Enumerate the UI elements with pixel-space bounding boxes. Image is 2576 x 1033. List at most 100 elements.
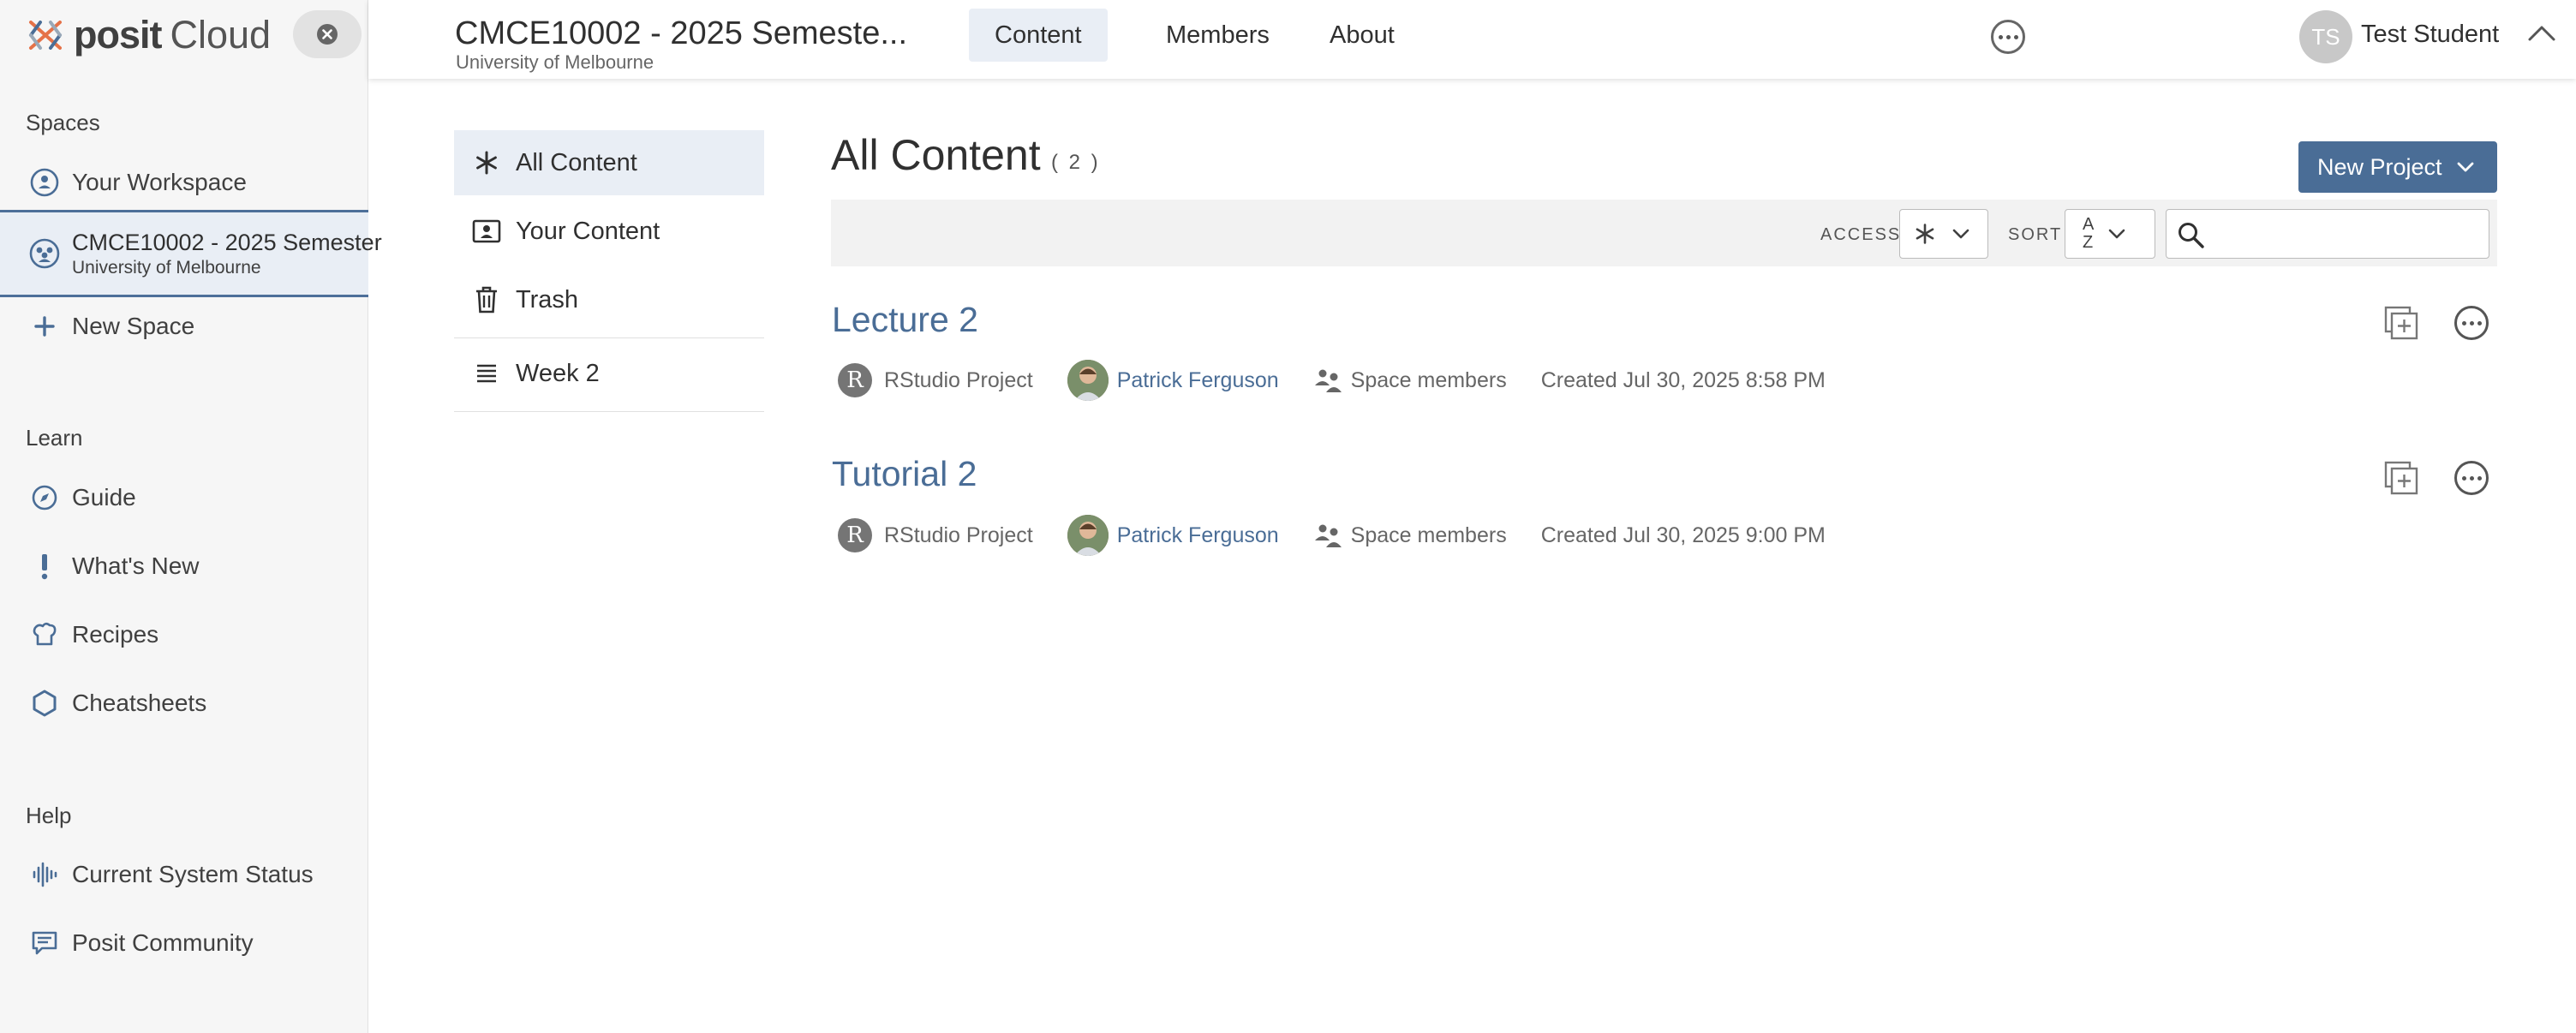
tab-about[interactable]: About xyxy=(1304,9,1420,62)
filter-label: All Content xyxy=(516,148,637,176)
people-icon xyxy=(1314,369,1342,392)
sidebar-item-active-space[interactable]: CMCE10002 - 2025 Semester University of … xyxy=(0,210,382,297)
people-circle-icon xyxy=(27,236,62,271)
more-options-button[interactable] xyxy=(1991,20,2025,54)
asterisk-icon xyxy=(471,147,502,178)
waveform-icon xyxy=(27,857,62,892)
sidebar: posit Cloud Spaces Your Workspace CMCE10… xyxy=(0,0,382,1033)
close-circle-icon xyxy=(317,24,338,45)
sort-az-top: A xyxy=(2083,215,2095,234)
tab-members[interactable]: Members xyxy=(1140,9,1295,62)
sort-az-bottom: Z xyxy=(2083,233,2094,252)
chevron-up-icon[interactable] xyxy=(2526,22,2557,45)
hexagon-icon xyxy=(27,686,62,720)
learn-heading: Learn xyxy=(26,425,83,451)
search-field[interactable] xyxy=(2166,209,2489,259)
sidebar-item-cheatsheets[interactable]: Cheatsheets xyxy=(0,669,368,737)
copy-project-icon[interactable] xyxy=(2383,460,2419,496)
header: CMCE10002 - 2025 Semeste... University o… xyxy=(368,0,2576,79)
tab-content[interactable]: Content xyxy=(969,9,1108,62)
project-type: RStudio Project xyxy=(884,522,1033,547)
filter-your-content[interactable]: Your Content xyxy=(454,199,764,264)
posit-logo-icon xyxy=(29,21,62,50)
access-select[interactable] xyxy=(1899,209,1988,259)
brand-name: posit xyxy=(74,13,162,57)
project-access: Space members xyxy=(1350,367,1507,392)
access-label: ACCESS xyxy=(1820,225,1902,244)
sidebar-item-guide[interactable]: Guide xyxy=(0,463,368,532)
filter-label: Week 2 xyxy=(516,359,600,387)
space-org: University of Melbourne xyxy=(456,51,654,73)
author-link[interactable]: Patrick Ferguson xyxy=(1117,523,1279,548)
project-created: Created Jul 30, 2025 9:00 PM xyxy=(1540,522,1826,547)
project-meta: R RStudio Project Patrick Ferguson Space… xyxy=(838,515,1826,556)
copy-project-icon[interactable] xyxy=(2383,305,2419,341)
project-more-button[interactable] xyxy=(2454,306,2489,340)
filter-week-2[interactable]: Week 2 xyxy=(454,341,764,406)
chevron-down-icon xyxy=(1952,229,1969,239)
sidebar-item-label: Your Workspace xyxy=(72,169,247,195)
active-space-name: CMCE10002 - 2025 Semester xyxy=(72,229,382,255)
compass-icon xyxy=(27,481,62,515)
spaces-heading: Spaces xyxy=(26,110,100,135)
filter-label: Your Content xyxy=(516,217,660,245)
people-icon xyxy=(1314,524,1342,547)
person-card-icon xyxy=(471,216,502,247)
project-type: RStudio Project xyxy=(884,367,1033,392)
chat-bubble-icon xyxy=(27,926,62,960)
more-icon xyxy=(1998,34,2018,39)
more-icon xyxy=(2461,320,2482,325)
asterisk-icon xyxy=(1916,224,1934,244)
sidebar-item-system-status[interactable]: Current System Status xyxy=(0,840,368,909)
project-title-lecture-2[interactable]: Lecture 2 xyxy=(832,300,978,340)
search-input[interactable] xyxy=(2213,215,2483,253)
brand-product: Cloud xyxy=(170,13,272,57)
rstudio-badge-icon: R xyxy=(838,518,872,552)
new-space-button[interactable]: New Space xyxy=(0,292,368,361)
search-icon xyxy=(2179,223,2204,248)
author-link[interactable]: Patrick Ferguson xyxy=(1117,368,1279,393)
page-title: All Content xyxy=(831,131,1041,179)
user-name[interactable]: Test Student xyxy=(2361,21,2499,49)
sidebar-item-recipes[interactable]: Recipes xyxy=(0,600,368,669)
avatar[interactable]: TS xyxy=(2299,10,2352,63)
list-icon xyxy=(471,358,502,389)
close-sidebar-button[interactable] xyxy=(293,10,362,58)
sidebar-item-label: Current System Status xyxy=(72,861,314,887)
author-avatar xyxy=(1067,360,1109,401)
author-avatar xyxy=(1067,515,1109,556)
chevron-down-icon xyxy=(2109,229,2125,239)
new-project-button[interactable]: New Project xyxy=(2298,141,2497,193)
sidebar-item-label: Cheatsheets xyxy=(72,690,207,716)
person-circle-icon xyxy=(27,165,62,200)
sidebar-item-whats-new[interactable]: What's New xyxy=(0,532,368,600)
sort-az-icon: A Z xyxy=(2083,216,2094,252)
project-more-button[interactable] xyxy=(2454,461,2489,495)
help-heading: Help xyxy=(26,803,72,828)
sort-label: SORT xyxy=(2008,225,2063,244)
divider xyxy=(454,411,764,412)
sidebar-item-label: Recipes xyxy=(72,621,159,648)
filter-trash[interactable]: Trash xyxy=(454,267,764,332)
space-title[interactable]: CMCE10002 - 2025 Semeste... xyxy=(455,15,907,52)
content-count: ( 2 ) xyxy=(1051,151,1101,174)
more-icon xyxy=(2461,475,2482,481)
filter-all-content[interactable]: All Content xyxy=(454,130,764,195)
project-title-tutorial-2[interactable]: Tutorial 2 xyxy=(832,454,977,494)
trash-icon xyxy=(471,284,502,315)
new-project-label: New Project xyxy=(2317,153,2442,180)
sort-select[interactable]: A Z xyxy=(2065,209,2155,259)
project-meta: R RStudio Project Patrick Ferguson Space… xyxy=(838,360,1826,401)
new-space-label: New Space xyxy=(72,313,195,339)
sidebar-item-community[interactable]: Posit Community xyxy=(0,909,368,977)
sidebar-item-your-workspace[interactable]: Your Workspace xyxy=(0,148,368,217)
filter-label: Trash xyxy=(516,285,579,313)
divider xyxy=(454,337,764,338)
chef-hat-icon xyxy=(27,618,62,652)
project-created: Created Jul 30, 2025 8:58 PM xyxy=(1540,367,1826,392)
brand[interactable]: posit Cloud xyxy=(26,12,271,58)
active-space-org: University of Melbourne xyxy=(72,257,261,278)
sidebar-item-label: Posit Community xyxy=(72,929,254,956)
sidebar-item-label: What's New xyxy=(72,552,200,579)
sidebar-item-label: Guide xyxy=(72,484,136,511)
